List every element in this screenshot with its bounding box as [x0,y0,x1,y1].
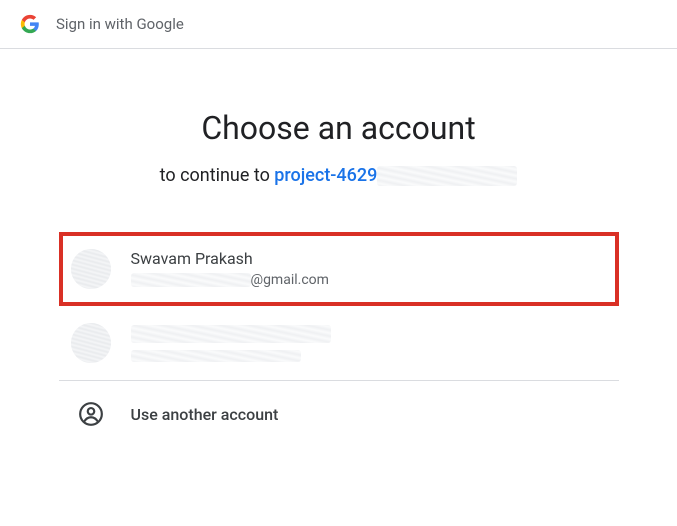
use-another-account[interactable]: Use another account [59,381,619,447]
google-logo-icon [20,14,40,34]
subtitle-prefix: to continue to [160,165,275,186]
account-email: @gmail.com [131,271,607,291]
account-item[interactable]: Swavam Prakash @gmail.com [59,232,619,306]
account-name [131,322,607,344]
redacted-text [131,273,251,287]
project-link[interactable]: project-4629 [274,165,377,186]
header-title: Sign in with Google [56,15,184,33]
avatar [71,249,111,289]
redacted-text [131,350,301,362]
account-info: Swavam Prakash @gmail.com [131,248,607,290]
account-list: Swavam Prakash @gmail.com [59,232,619,447]
avatar [71,323,111,363]
account-info [131,322,607,364]
account-item[interactable] [59,306,619,381]
main-content: Choose an account to continue to project… [0,49,677,447]
header: Sign in with Google [0,0,677,49]
redacted-text [131,325,331,343]
use-another-label: Use another account [131,405,279,424]
redacted-text [377,166,517,186]
account-email [131,345,607,365]
page-title: Choose an account [0,109,677,147]
email-suffix: @gmail.com [251,272,329,288]
account-name: Swavam Prakash [131,248,607,270]
subtitle: to continue to project-4629 [0,165,677,186]
person-icon [78,401,104,427]
